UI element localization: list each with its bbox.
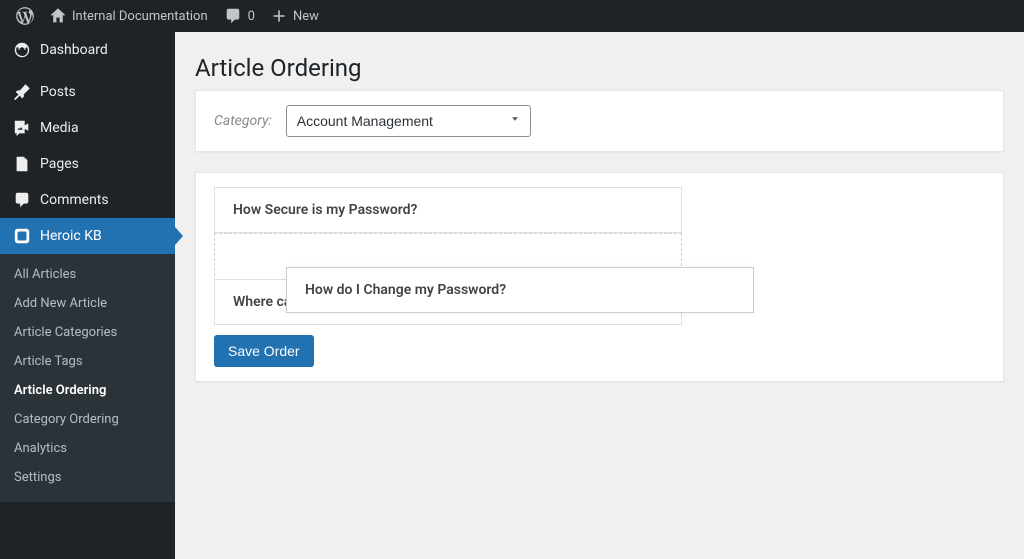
submenu-category-ordering[interactable]: Category Ordering xyxy=(0,405,175,434)
pin-icon xyxy=(12,83,32,101)
site-name-label: Internal Documentation xyxy=(72,9,208,24)
sidebar-item-label: Dashboard xyxy=(40,42,108,58)
sidebar-item-label: Pages xyxy=(40,156,79,172)
category-label: Category: xyxy=(214,113,272,129)
dashboard-icon xyxy=(12,41,32,59)
home-icon xyxy=(50,8,66,24)
sidebar-item-label: Media xyxy=(40,120,79,136)
submenu-analytics[interactable]: Analytics xyxy=(0,434,175,463)
sidebar-item-posts[interactable]: Posts xyxy=(0,74,175,110)
plus-icon xyxy=(271,8,287,24)
sidebar-item-label: Posts xyxy=(40,84,76,100)
wp-logo[interactable] xyxy=(8,0,42,32)
comments-link[interactable]: 0 xyxy=(216,0,263,32)
submenu-categories[interactable]: Article Categories xyxy=(0,318,175,347)
admin-sidebar: Dashboard Posts Media Pages xyxy=(0,32,175,559)
comment-icon xyxy=(12,191,32,209)
page-icon xyxy=(12,155,32,173)
submenu-tags[interactable]: Article Tags xyxy=(0,347,175,376)
submenu-all-articles[interactable]: All Articles xyxy=(0,260,175,289)
article-row-dragging[interactable]: How do I Change my Password? xyxy=(286,267,754,313)
media-icon xyxy=(12,119,32,137)
submenu-article-ordering[interactable]: Article Ordering xyxy=(0,376,175,405)
new-label: New xyxy=(293,9,319,24)
page-title: Article Ordering xyxy=(195,42,1004,90)
submenu-settings[interactable]: Settings xyxy=(0,463,175,492)
save-order-button[interactable]: Save Order xyxy=(214,335,314,367)
sidebar-item-media[interactable]: Media xyxy=(0,110,175,146)
kb-icon xyxy=(12,227,32,245)
category-select[interactable]: Account Management xyxy=(286,105,531,137)
submenu-add-new[interactable]: Add New Article xyxy=(0,289,175,318)
admin-bar: Internal Documentation 0 New xyxy=(0,0,1024,32)
sidebar-submenu: All Articles Add New Article Article Cat… xyxy=(0,254,175,502)
site-name-link[interactable]: Internal Documentation xyxy=(42,0,216,32)
article-order-panel: How Secure is my Password? How do I Chan… xyxy=(195,172,1004,382)
sidebar-item-dashboard[interactable]: Dashboard xyxy=(0,32,175,68)
sidebar-item-pages[interactable]: Pages xyxy=(0,146,175,182)
comments-count: 0 xyxy=(248,9,255,24)
wordpress-icon xyxy=(16,7,34,25)
sidebar-item-label: Comments xyxy=(40,192,109,208)
category-select-wrap: Account Management xyxy=(286,105,531,137)
category-filter-panel: Category: Account Management xyxy=(195,90,1004,152)
article-row[interactable]: How Secure is my Password? xyxy=(214,187,682,233)
sidebar-item-heroic-kb[interactable]: Heroic KB xyxy=(0,218,175,254)
sidebar-item-label: Heroic KB xyxy=(40,228,102,244)
sidebar-item-comments[interactable]: Comments xyxy=(0,182,175,218)
content-area: Article Ordering Category: Account Manag… xyxy=(175,32,1024,559)
comment-icon xyxy=(224,7,242,25)
new-content-link[interactable]: New xyxy=(263,0,327,32)
